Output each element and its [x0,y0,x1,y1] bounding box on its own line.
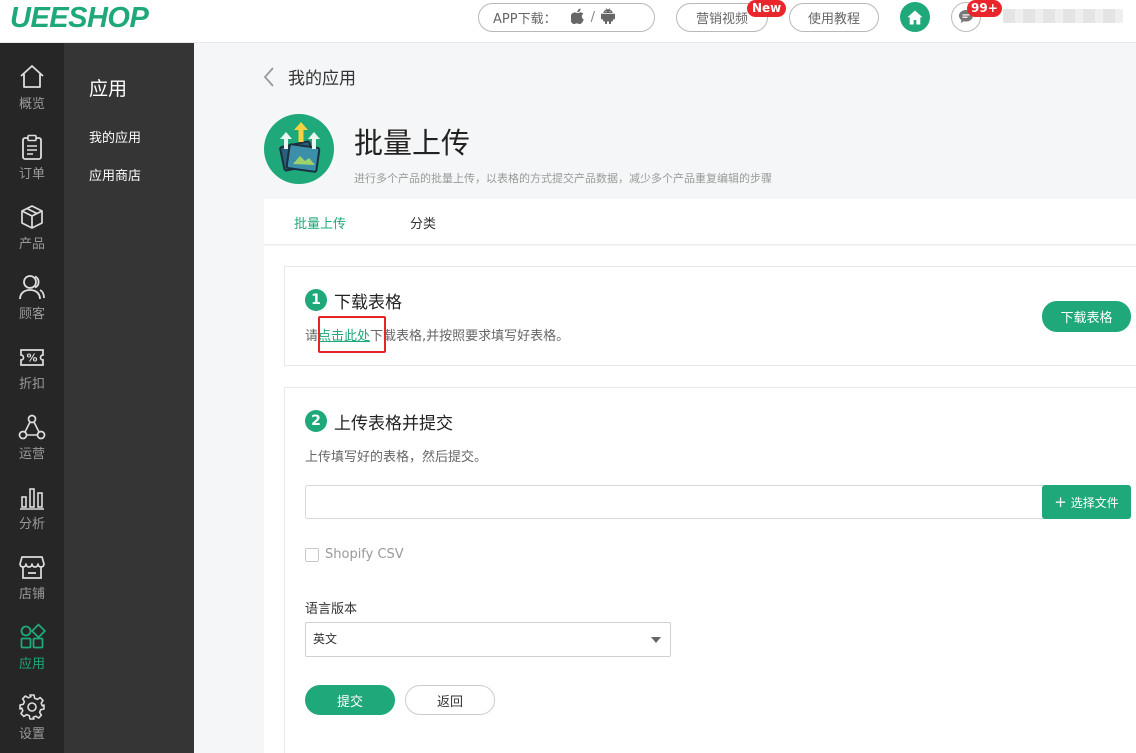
choose-file-label: 选择文件 [1070,495,1119,510]
file-path-input[interactable] [305,485,1045,519]
nav-item-apps[interactable]: 应用 [0,611,64,681]
home-icon [907,10,923,24]
language-value: 英文 [313,632,338,646]
step1-card [284,266,1136,366]
step2-hint: 上传填写好的表格，然后提交。 [305,450,488,465]
nav-label: 产品 [18,237,45,252]
message-count-badge: 99+ [967,0,1002,17]
caret-down-icon [651,637,661,643]
hint-prefix: 请 [305,329,319,344]
logo[interactable]: UEESHOP [10,2,149,35]
nav-label: 顾客 [18,307,45,322]
nav-label: 折扣 [18,377,45,392]
nav-label: 分析 [18,517,45,532]
page-title: 我的应用 [288,69,356,89]
plus-icon: + [1054,493,1067,511]
nav-item-overview[interactable]: 概览 [0,51,64,121]
nav-item-discounts[interactable]: % 折扣 [0,331,64,401]
new-badge: New [747,0,787,17]
bar-chart-icon [20,488,44,510]
nav-label: 运营 [18,447,45,462]
android-icon[interactable] [600,7,615,28]
download-template-button[interactable]: 下载表格 [1042,301,1131,332]
chevron-left-icon[interactable] [262,66,276,88]
subnav-title: 应用 [89,78,128,100]
apple-icon[interactable] [569,8,585,28]
svg-text:%: % [26,352,37,365]
sub-sidebar: 应用 我的应用 应用商店 [64,43,194,753]
clipboard-icon [22,134,42,160]
shopify-csv-label[interactable]: Shopify CSV [325,547,404,562]
subnav-link-my-apps[interactable]: 我的应用 [89,127,141,146]
user-account[interactable] [1003,9,1123,23]
nav-item-analytics[interactable]: 分析 [0,471,64,541]
top-bar: UEESHOP APP下载： / 营销视频 New 使用教程 99+ [0,0,1136,43]
language-select[interactable]: 英文 [305,622,671,657]
back-button[interactable]: 返回 [405,685,495,715]
highlight-box [318,316,386,353]
step1-title: 下载表格 [334,293,402,313]
step1-number: 1 [305,289,327,311]
nav-label: 设置 [18,727,45,742]
language-label: 语言版本 [305,602,358,617]
store-icon [19,556,45,579]
apps-icon [20,623,46,649]
nav-item-settings[interactable]: 设置 [0,681,64,751]
app-title: 批量上传 [354,126,471,160]
home-button[interactable] [900,2,930,32]
step2-number: 2 [305,410,327,432]
tab-category[interactable]: 分类 [410,213,436,232]
choose-file-button[interactable]: + 选择文件 [1042,485,1131,519]
nav-item-operations[interactable]: 运营 [0,401,64,471]
submit-button[interactable]: 提交 [305,685,395,715]
nav-label: 订单 [18,167,45,182]
nav-label: 店铺 [18,587,45,602]
bulk-upload-app-icon [264,114,334,184]
discount-icon: % [20,349,44,366]
nav-item-orders[interactable]: 订单 [0,121,64,191]
step2-title: 上传表格并提交 [334,414,453,434]
home-icon [20,65,44,88]
app-download-pill[interactable]: APP下载： / [478,3,655,32]
shopify-csv-checkbox[interactable] [305,548,319,562]
app-download-label: APP下载： [493,12,557,27]
separator: / [590,10,595,25]
nav-item-store[interactable]: 店铺 [0,541,64,611]
nav-item-products[interactable]: 产品 [0,191,64,261]
nav-label: 概览 [18,97,45,112]
box-icon [21,205,43,229]
gear-icon [19,694,45,720]
tutorial-button[interactable]: 使用教程 [789,3,879,32]
breadcrumb: 我的应用 [262,64,356,89]
network-icon [18,414,46,440]
tab-bulk-upload[interactable]: 批量上传 [294,213,346,232]
nav-label: 应用 [18,657,45,672]
nav-item-customers[interactable]: 顾客 [0,261,64,331]
subnav-link-app-store[interactable]: 应用商店 [89,165,141,184]
hint-suffix: 下载表格,并按照要求填写好表格。 [370,329,570,344]
main-nav-rail: 概览 订单 产品 顾客 % 折扣 运营 分析 店铺 应用 设置 [0,43,64,753]
users-icon [19,275,45,300]
tab-bar: 批量上传 分类 [264,199,1136,245]
app-description: 进行多个产品的批量上传，以表格的方式提交产品数据，减少多个产品重复编辑的步骤 [354,172,772,185]
